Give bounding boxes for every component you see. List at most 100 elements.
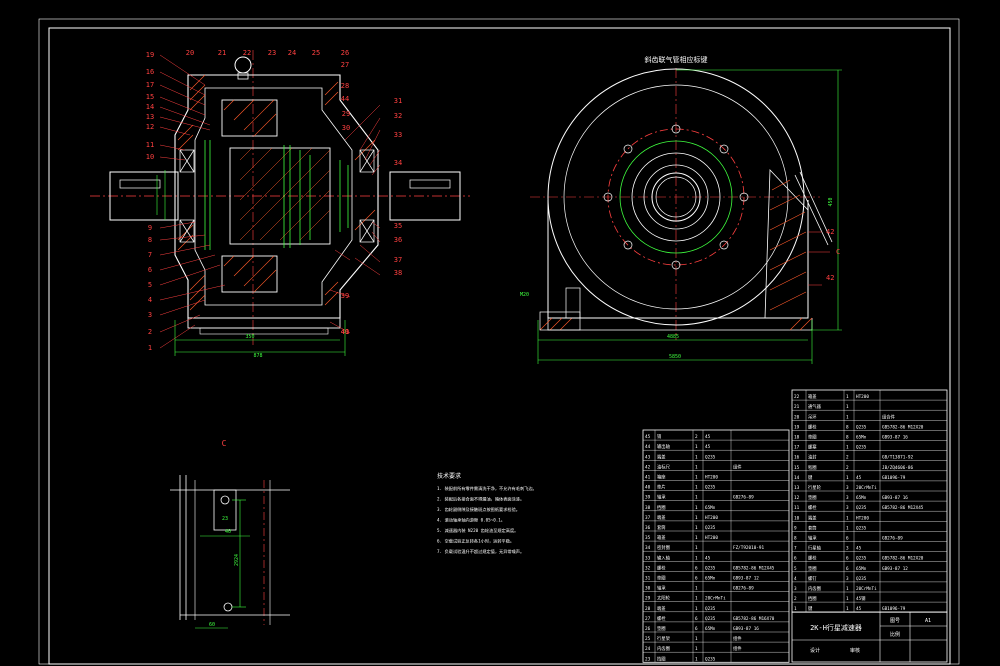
bom-cell: 8 <box>846 424 849 430</box>
bom-cell: 65Mn <box>705 576 716 582</box>
bom-cell: 20CrMnTi <box>705 596 726 602</box>
callout-top: 36 <box>394 236 402 244</box>
bom-cell: 1 <box>695 596 698 602</box>
note-line: 4. 滚动轴承轴向游隙 0.05~0.1。 <box>437 517 505 524</box>
bom-cell: GB5782-86 M12X20 <box>882 556 924 562</box>
callout-top: 39 <box>341 292 349 300</box>
bom-cell: 28 <box>645 606 651 612</box>
callout-left: 13 <box>146 113 154 121</box>
bom-cell: 45 <box>705 555 711 561</box>
bom-cell: 组件 <box>733 635 742 642</box>
bom-cell: 挡圈 <box>657 655 666 662</box>
bom-cell: 1 <box>695 515 698 521</box>
note-line: 3. 齿轮副侧隙及接触斑点按图纸要求检验。 <box>437 506 520 513</box>
title-name: 2K-H行星减速器 <box>810 623 862 632</box>
callout-left: 7 <box>148 251 152 259</box>
bom-cell: GB93-87 16 <box>733 626 759 632</box>
bom-cell: 43 <box>645 454 651 460</box>
bom-cell: 1 <box>695 586 698 592</box>
bom-cell: 29 <box>645 596 651 602</box>
bom-cell: 箱盖 <box>808 393 817 400</box>
bom-cell: 19 <box>794 424 800 430</box>
bom-cell: 2 <box>794 596 797 602</box>
callout-top: 26 <box>341 49 349 57</box>
bom-cell: GB93-87 12 <box>882 566 908 572</box>
bom-cell: GB93-87 16 <box>882 495 908 501</box>
bom-cell: 垫圈 <box>657 575 666 582</box>
bom-cell: 21 <box>794 404 800 410</box>
bom-cell: 螺钉 <box>808 575 817 582</box>
bom-cell: FZ/T92010-91 <box>733 545 764 551</box>
bom-cell: 27 <box>645 616 651 622</box>
bom-cell: Q235 <box>856 505 867 511</box>
hatch-planets <box>223 99 277 293</box>
callout-top: 25 <box>312 49 320 57</box>
bom-cell: Q235 <box>705 525 716 531</box>
leader-lines-left <box>159 54 226 349</box>
bom-cell: 20CrMnTi <box>856 586 877 592</box>
side-rib <box>764 169 809 319</box>
callout-left: 15 <box>146 93 154 101</box>
bom-cell: GB1096-79 <box>882 606 906 612</box>
bom-cell: 6 <box>846 566 849 572</box>
callout-top: 29 <box>342 110 350 118</box>
bom-cell: GB93-87 16 <box>882 435 908 441</box>
bom-cell: 9 <box>794 525 797 531</box>
bom-cell: Q235 <box>856 576 867 582</box>
lifting-eye <box>234 56 252 74</box>
bom-cell: 3 <box>846 505 849 511</box>
bom-cell: 6 <box>794 556 797 562</box>
bom-cell: Q235 <box>856 525 867 531</box>
bom-cell: Q235 <box>856 445 867 451</box>
bom-cell: 3 <box>794 586 797 592</box>
bom-cell: JB/ZQ4606-86 <box>882 465 913 471</box>
callout-top: 30 <box>342 124 350 132</box>
callout-left: 6 <box>148 266 152 274</box>
bom-cell: 1 <box>846 394 849 400</box>
callout-left: 5 <box>148 281 152 289</box>
callout-top: 27 <box>341 61 349 69</box>
bom-cell: 1 <box>695 535 698 541</box>
bom-cell: HT200 <box>705 515 718 521</box>
hatch-sun <box>239 147 331 241</box>
bom-cell: 1 <box>695 545 698 551</box>
bom-cell: Q235 <box>856 556 867 562</box>
bom-cell: Q235 <box>705 485 716 491</box>
title-check: 审核 <box>850 647 860 654</box>
bom-cell: 1 <box>846 586 849 592</box>
bom-cell: 螺栓 <box>808 504 817 511</box>
bom-cell: HT200 <box>705 475 718 481</box>
bom-cell: 1 <box>695 485 698 491</box>
bom-cell: 6 <box>695 626 698 632</box>
callout-top: 21 <box>218 49 226 57</box>
note-line: 2. 装配后各接合面不得漏油，箱体表面涂漆。 <box>437 496 524 503</box>
dim-left-overall: 878 <box>253 353 262 359</box>
end-view: 斜齿联气管相应标键 4885 5850 450 42 42 C M20 <box>520 55 842 364</box>
bom-cell: GB5782-86 M16X70 <box>733 616 775 622</box>
bom-cell: GB276-89 <box>733 495 754 501</box>
bom-cell: GB93-87 12 <box>733 576 759 582</box>
bom-cell: 通气器 <box>808 403 822 410</box>
bom-cell: 1 <box>846 475 849 481</box>
callout-top: 20 <box>186 49 194 57</box>
bom-cell: 吊环 <box>808 414 817 420</box>
callout-left: 10 <box>146 153 154 161</box>
bom-cell: 行星轮 <box>808 484 822 491</box>
bom-cell: 套筒 <box>657 524 666 531</box>
bom-cell: Q235 <box>856 424 867 430</box>
callout-top: 28 <box>341 82 349 90</box>
callout-left: 12 <box>146 123 154 131</box>
bom-cell: 1 <box>794 606 797 612</box>
bom-cell: 密封圈 <box>657 544 670 551</box>
bom-cell: 组件 <box>733 463 742 470</box>
note-line: 7. 负载试验温升不超过规定值，无异常噪声。 <box>437 548 524 555</box>
bom-cell: 轴承 <box>657 494 666 501</box>
bom-cell: 销 <box>657 433 662 440</box>
bom-cell: 14 <box>794 475 800 481</box>
dim-right-height: 450 <box>828 197 834 206</box>
bom-cell: 6 <box>846 556 849 562</box>
bom-cell: 17 <box>794 445 800 451</box>
bom-cell: Q235 <box>705 565 716 571</box>
bom-cell: HT200 <box>705 535 718 541</box>
bom-cell: 34 <box>645 545 651 551</box>
